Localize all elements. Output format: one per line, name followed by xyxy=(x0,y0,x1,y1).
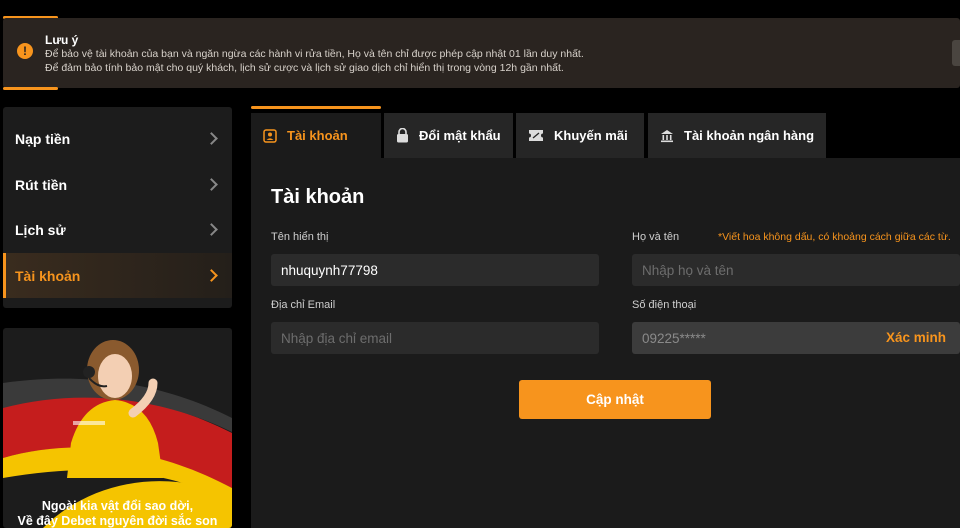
chevron-right-icon xyxy=(205,178,218,191)
sidebar-item-rut-tien[interactable]: Rút tiền xyxy=(3,162,232,207)
promo-illustration xyxy=(3,340,232,528)
email-input[interactable] xyxy=(271,322,599,354)
notice-accent-bottom xyxy=(3,87,58,90)
display-name-label: Tên hiển thị xyxy=(271,231,329,243)
sidebar-item-nap-tien[interactable]: Nạp tiền xyxy=(3,116,232,161)
sidebar-item-tai-khoan[interactable]: Tài khoản xyxy=(3,253,232,298)
tab-label: Tài khoản xyxy=(287,128,348,143)
phone-label: Số điện thoại xyxy=(632,299,697,311)
chevron-right-icon xyxy=(205,223,218,236)
user-icon xyxy=(263,128,277,143)
chevron-right-icon xyxy=(205,132,218,145)
promo-text-line-2: Về đây Debet nguyên đời sắc son xyxy=(17,514,218,528)
lock-icon xyxy=(397,128,408,143)
sidebar-menu: Nạp tiền Rút tiền Lịch sử Tài khoản xyxy=(3,107,232,308)
fullname-hint: *Viết hoa không dấu, có khoảng cách giữa… xyxy=(718,231,951,243)
update-button[interactable]: Cập nhật xyxy=(519,380,711,419)
notice-title: Lưu ý xyxy=(45,33,79,47)
sidebar-item-label: Nạp tiền xyxy=(15,130,71,147)
tab-tai-khoan[interactable]: Tài khoản xyxy=(251,113,381,158)
ticket-icon xyxy=(529,130,543,141)
promo-text-line-1: Ngoài kia vật đổi sao dời, xyxy=(41,499,194,513)
tab-label: Đổi mật khẩu xyxy=(419,128,501,143)
promo-banner[interactable]: Ngoài kia vật đổi sao dời, Về đây Debet … xyxy=(3,328,232,528)
tab-label: Tài khoản ngân hàng xyxy=(684,128,815,143)
notice-close-handle[interactable] xyxy=(952,40,960,66)
chevron-right-icon xyxy=(205,269,218,282)
display-name-input[interactable] xyxy=(271,254,599,286)
active-tab-indicator xyxy=(251,106,381,109)
tab-label: Khuyến mãi xyxy=(554,128,628,143)
notice-line-1: Để bảo vệ tài khoản của bạn và ngăn ngừa… xyxy=(45,48,584,60)
email-label: Địa chỉ Email xyxy=(271,299,336,311)
sidebar-item-label: Rút tiền xyxy=(15,176,68,193)
sidebar-item-label: Lịch sử xyxy=(15,221,66,238)
fullname-input[interactable] xyxy=(632,254,960,286)
tab-khuyen-mai[interactable]: Khuyến mãi xyxy=(516,113,644,158)
sidebar-item-label: Tài khoản xyxy=(15,267,81,284)
tab-doi-mat-khau[interactable]: Đổi mật khẩu xyxy=(384,113,513,158)
bank-icon xyxy=(661,129,673,142)
sidebar-item-lich-su[interactable]: Lịch sử xyxy=(3,207,232,252)
fullname-label: Họ và tên xyxy=(632,231,680,243)
notice-line-2: Để đảm bảo tính bảo mật cho quý khách, l… xyxy=(45,62,564,74)
page-title: Tài khoản xyxy=(271,186,365,208)
verify-phone-button[interactable]: Xác minh xyxy=(886,330,946,345)
exclamation-icon: ! xyxy=(17,43,33,59)
tab-tai-khoan-ngan-hang[interactable]: Tài khoản ngân hàng xyxy=(648,113,826,158)
